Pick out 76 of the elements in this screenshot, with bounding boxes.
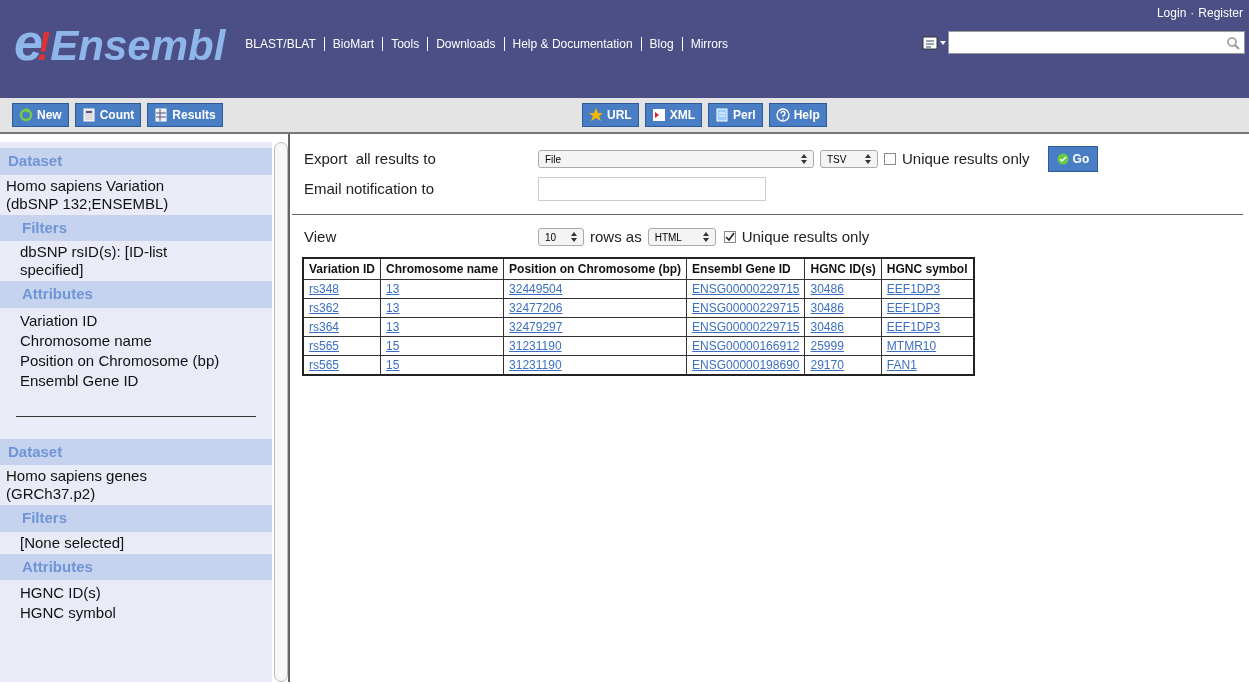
rows-as-label: rows as [590, 226, 642, 247]
help-icon [775, 108, 790, 122]
document-icon [715, 108, 729, 122]
nav-link[interactable]: Help & Documentation [503, 37, 641, 51]
table-link[interactable]: 13 [386, 320, 400, 334]
select-dropdown[interactable]: HTML [647, 228, 716, 246]
nav-link[interactable]: Blog [640, 37, 682, 51]
toolbar-button[interactable]: URL [582, 103, 639, 127]
updown-arrows-icon [801, 154, 807, 164]
scrollbar[interactable] [274, 142, 288, 682]
calculator-icon [81, 108, 96, 122]
section-heading: Attributes [0, 553, 272, 580]
toolbar-button[interactable]: Help [768, 103, 827, 127]
attribute-item: Variation ID [19, 310, 99, 331]
table-link[interactable]: 15 [386, 358, 400, 372]
column-header: Ensembl Gene ID [686, 258, 805, 280]
checkbox[interactable] [884, 153, 896, 165]
section-heading: Filters [0, 505, 272, 532]
filter-item: dbSNP rsID(s): [ID-list specified] [19, 242, 169, 280]
nav-link[interactable]: BLAST/BLAT [237, 37, 324, 51]
star-icon [589, 108, 603, 122]
checkbox-label: Unique results only [902, 148, 1030, 169]
export-label: Export all results to [304, 148, 437, 169]
toolbar-button[interactable]: Count [74, 103, 142, 127]
attribute-item: HGNC symbol [19, 603, 117, 623]
updown-arrows-icon [571, 232, 577, 242]
email-label: Email notification to [304, 178, 436, 199]
check-icon [1056, 153, 1069, 165]
register-link[interactable]: Register [1198, 4, 1243, 22]
toolbar-button[interactable]: Results [147, 103, 223, 127]
nav-link[interactable]: Tools [382, 37, 428, 51]
link-separator: · [1190, 5, 1195, 22]
section-heading: Dataset [0, 438, 272, 465]
column-header: Variation ID [303, 258, 381, 280]
column-header: Position on Chromosome (bp) [503, 258, 687, 280]
select-dropdown[interactable]: 10 [538, 228, 584, 246]
go-button[interactable]: Go [1047, 146, 1099, 172]
table-link[interactable]: 15 [386, 339, 400, 353]
attribute-item: Ensembl Gene ID [19, 370, 140, 391]
checkbox[interactable] [723, 231, 736, 243]
table-link[interactable]: 13 [386, 301, 400, 315]
search-type-dropdown[interactable] [922, 33, 948, 52]
login-link[interactable]: Login [1156, 4, 1187, 22]
filter-item: [None selected] [19, 532, 126, 553]
toolbar-button[interactable]: XML [644, 103, 702, 127]
section-heading: Dataset [0, 148, 272, 175]
email-field[interactable] [538, 177, 766, 201]
section-heading: Filters [0, 214, 272, 241]
select-dropdown[interactable]: File [538, 150, 814, 168]
logo[interactable]: e!Ensembl [14, 22, 226, 62]
nav-link[interactable]: Mirrors [681, 37, 736, 51]
dataset-name: Homo sapiens Variation (dbSNP 132;ENSEMBL) [5, 175, 170, 214]
section-heading: Attributes [0, 281, 272, 308]
updown-arrows-icon [865, 154, 871, 164]
attribute-item: HGNC ID(s) [19, 583, 102, 603]
dataset-name: Homo sapiens genes (GRCh37.p2) [5, 466, 148, 504]
column-header: HGNC ID(s) [805, 258, 882, 280]
search-field[interactable] [948, 31, 1245, 54]
attribute-item: Chromosome name [19, 330, 153, 351]
toolbar-button[interactable]: New [12, 103, 69, 127]
select-dropdown[interactable]: TSV [820, 150, 878, 168]
document-icon [922, 34, 940, 51]
toolbar-button[interactable]: Perl [708, 103, 763, 127]
nav-link[interactable]: Downloads [427, 37, 504, 51]
table-icon [154, 108, 169, 122]
updown-arrows-icon [702, 232, 709, 242]
table-link[interactable]: 13 [386, 282, 400, 296]
xml-file-icon [651, 108, 666, 122]
search-icon[interactable] [1226, 35, 1240, 50]
attribute-item: Position on Chromosome (bp) [19, 350, 221, 371]
nav-link[interactable]: BioMart [323, 37, 383, 51]
checkbox-label: Unique results only [741, 226, 870, 247]
caret-icon [940, 40, 946, 45]
view-label: View [304, 226, 338, 247]
column-header: Chromosome name [380, 258, 504, 280]
refresh-icon [19, 108, 33, 122]
